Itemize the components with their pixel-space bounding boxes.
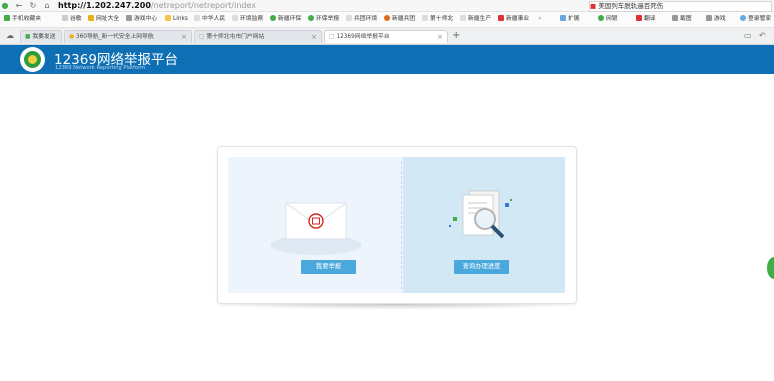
bookmark-item[interactable]: 网址大全 (88, 15, 119, 24)
tab-360-nav[interactable]: ● 360导航_新一代安全上网导航 × (64, 30, 192, 43)
more-bookmarks-icon[interactable]: » (538, 15, 542, 24)
bookmark-item[interactable]: 兵团环境 (346, 15, 377, 24)
bookmark-icon (88, 15, 94, 21)
tab-favicon: ■ (25, 34, 31, 40)
screenshot-button[interactable]: 截图 (672, 15, 692, 24)
url-host: http://1.202.247.200 (58, 1, 151, 10)
bookmarks-bar: 手机收藏夹 谷歌 网址大全 游戏中心 Links 中华人民 环境监察 新疆环保 … (0, 12, 774, 28)
refresh-icon[interactable]: ↻ (28, 0, 38, 11)
tab-send[interactable]: ■ 我要发送 (20, 30, 62, 43)
search-engine-icon: ■ (590, 2, 597, 10)
login-manager-button[interactable]: 登录管家 (740, 15, 771, 24)
browser-search-input[interactable]: ■ 美国列车脱轨遍百死伤 (589, 1, 772, 12)
tab-favicon: □ (329, 34, 335, 40)
browser-logo-icon[interactable]: ● (0, 0, 10, 11)
netbank-icon (598, 15, 604, 21)
bookmark-icon (270, 15, 276, 21)
url-input[interactable]: http://1.202.247.200/netreport/netreport… (58, 1, 558, 10)
query-section: 查询办理进度 (403, 157, 565, 293)
tab-12369-platform[interactable]: □ 12369网络举报平台 × (324, 30, 448, 43)
new-tab-button[interactable]: + (452, 30, 460, 41)
bookmark-item[interactable]: 手机收藏夹 (4, 15, 41, 24)
search-text: 美国列车脱轨遍百死伤 (598, 2, 664, 10)
gamepad-icon (706, 15, 712, 21)
main-panel: 我要举报 查询办理进度 (217, 146, 577, 304)
games-button[interactable]: 游戏 (706, 15, 726, 24)
key-icon (740, 15, 746, 21)
tab-beitun-portal[interactable]: □ 第十师北屯市门户网站 × (194, 30, 322, 43)
site-logo[interactable] (20, 47, 45, 72)
close-icon[interactable]: × (181, 31, 187, 43)
site-subtitle: 12369 Network Reporting Platform (55, 65, 146, 71)
back-icon[interactable]: ← (14, 0, 24, 11)
bookmark-item[interactable]: 环境监察 (232, 15, 263, 24)
extensions-icon (560, 15, 566, 21)
scissors-icon (672, 15, 678, 21)
bookmark-item[interactable]: 第十师北 (422, 15, 453, 24)
cloud-icon[interactable]: ☁ (6, 31, 14, 40)
translate-button[interactable]: 翻译 (636, 15, 656, 24)
tab-strip: ☁ ■ 我要发送 ● 360导航_新一代安全上网导航 × □ 第十师北屯市门户网… (0, 28, 774, 45)
bookmark-icon (308, 15, 314, 21)
report-button[interactable]: 我要举报 (301, 260, 356, 274)
bookmark-icon (460, 15, 466, 21)
close-icon[interactable]: × (437, 31, 443, 43)
bookmark-item[interactable]: 环保举报 (308, 15, 339, 24)
bookmark-icon (232, 15, 238, 21)
address-bar-row: ● ← ↻ ⌂ http://1.202.247.200/netreport/n… (0, 0, 774, 12)
bookmark-icon (4, 15, 10, 21)
bookmark-icon (346, 15, 352, 21)
tab-favicon: □ (199, 34, 205, 40)
chat-widget-icon[interactable] (767, 257, 774, 279)
bookmark-icon (498, 15, 504, 21)
report-section: 我要举报 (228, 157, 403, 293)
envelope-icon (270, 202, 362, 255)
query-progress-button[interactable]: 查询办理进度 (454, 260, 509, 274)
bookmark-icon (194, 15, 200, 21)
site-header: 12369网络举报平台 12369 Network Reporting Plat… (0, 45, 774, 74)
folder-icon (165, 15, 171, 21)
bookmark-item[interactable]: 新疆生产 (460, 15, 491, 24)
bookmark-icon (384, 15, 390, 21)
bookmark-item[interactable]: Links (165, 15, 188, 24)
tab-favicon: ● (69, 34, 75, 40)
bookmark-item[interactable]: 新疆兵团 (384, 15, 415, 24)
extensions-button[interactable]: 扩展 (560, 15, 580, 24)
bookmark-icon (422, 15, 428, 21)
bookmark-item[interactable]: 中华人民 (194, 15, 225, 24)
netbank-button[interactable]: 网银 (598, 15, 618, 24)
home-icon[interactable]: ⌂ (42, 0, 52, 11)
url-path: /netreport/netreport/index (150, 1, 257, 10)
close-icon[interactable]: × (311, 31, 317, 43)
bookmark-item[interactable]: 谷歌 (62, 15, 82, 24)
bookmark-item[interactable]: 新疆环保 (270, 15, 301, 24)
bookmark-icon (62, 15, 68, 21)
tab-list-icon[interactable]: ▭ (744, 31, 752, 40)
bookmark-item[interactable]: 游戏中心 (126, 15, 157, 24)
undo-close-icon[interactable]: ↶ (759, 31, 766, 40)
translate-icon (636, 15, 642, 21)
document-magnifier-icon (449, 190, 512, 239)
bookmark-icon (126, 15, 132, 21)
bookmark-item[interactable]: 新疆事业 (498, 15, 529, 24)
